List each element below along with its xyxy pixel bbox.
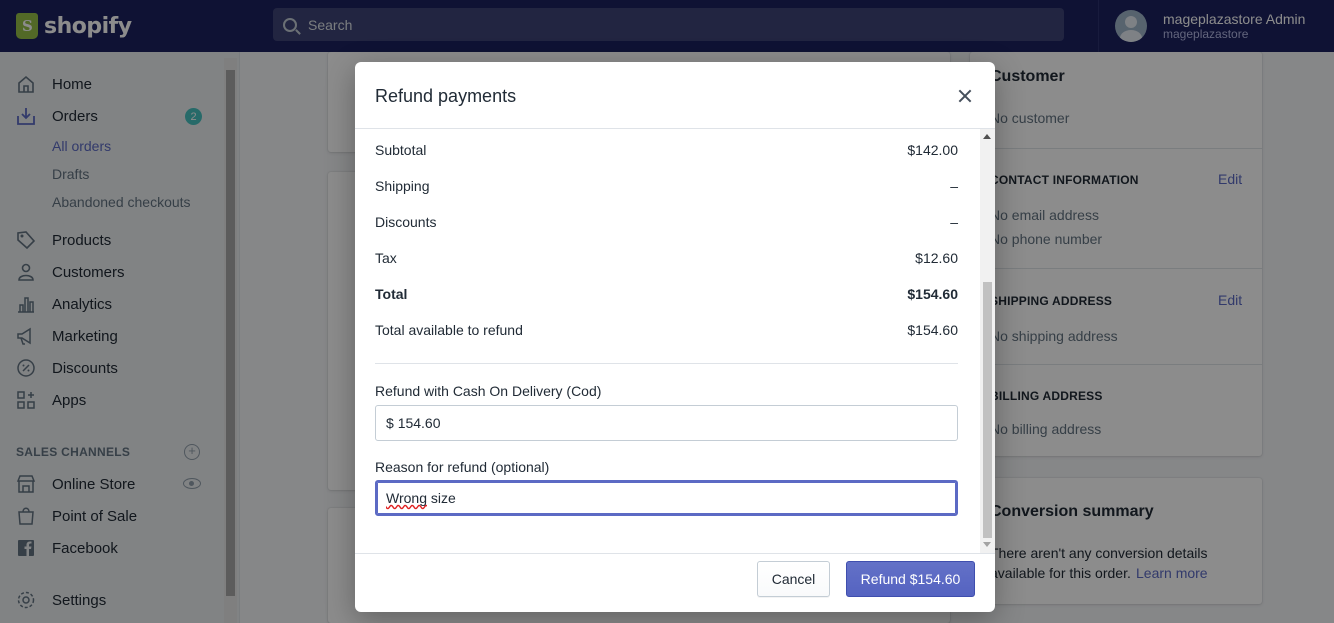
reason-text: size xyxy=(426,490,456,506)
refund-amount-input[interactable]: $ 154.60 xyxy=(375,405,958,441)
summary-row-discounts: Discounts – xyxy=(375,214,958,234)
summary-row-subtotal: Subtotal $142.00 xyxy=(375,142,958,162)
refund-payments-modal: Refund payments Subtotal $142.00 Shippin… xyxy=(355,62,995,612)
row-label: Total available to refund xyxy=(375,322,523,338)
modal-body: Subtotal $142.00 Shipping – Discounts – … xyxy=(355,129,995,553)
row-value: – xyxy=(950,214,958,230)
refund-amount-label: Refund with Cash On Delivery (Cod) xyxy=(375,383,602,399)
refund-amount-value: 154.60 xyxy=(397,415,441,431)
modal-title: Refund payments xyxy=(375,86,517,106)
row-label: Subtotal xyxy=(375,142,427,158)
currency-prefix: $ xyxy=(386,415,394,431)
refund-reason-input[interactable]: Wrong size xyxy=(375,480,958,516)
summary-row-tax: Tax $12.60 xyxy=(375,250,958,270)
modal-footer: Cancel Refund $154.60 xyxy=(355,553,995,612)
refund-button[interactable]: Refund $154.60 xyxy=(846,561,975,597)
scroll-down-arrow-icon[interactable] xyxy=(983,542,991,547)
summary-row-available: Total available to refund $154.60 xyxy=(375,322,958,342)
refund-reason-label: Reason for refund (optional) xyxy=(375,459,550,475)
row-label: Discounts xyxy=(375,214,437,230)
modal-header: Refund payments xyxy=(355,62,995,129)
scroll-up-arrow-icon[interactable] xyxy=(983,134,991,139)
row-value: $12.60 xyxy=(915,250,958,266)
divider xyxy=(375,363,958,364)
cancel-button[interactable]: Cancel xyxy=(757,561,830,597)
summary-row-total: Total $154.60 xyxy=(375,286,958,306)
row-value: $142.00 xyxy=(907,142,958,158)
row-value: $154.60 xyxy=(907,322,958,338)
close-icon[interactable] xyxy=(953,86,977,106)
row-label: Total xyxy=(375,286,408,302)
modal-scrollbar-thumb[interactable] xyxy=(983,282,992,538)
misspelled-word: Wrong xyxy=(386,490,427,506)
row-value: $154.60 xyxy=(907,286,958,302)
row-label: Tax xyxy=(375,250,397,266)
row-value: – xyxy=(950,178,958,194)
summary-row-shipping: Shipping – xyxy=(375,178,958,198)
row-label: Shipping xyxy=(375,178,430,194)
